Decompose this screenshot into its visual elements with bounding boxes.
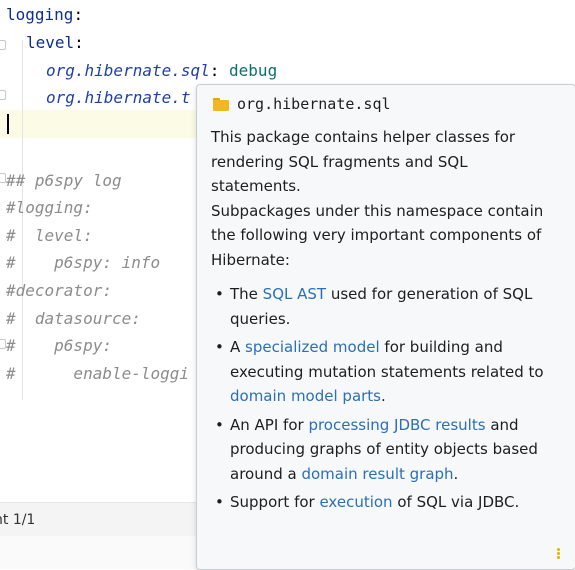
yaml-colon: :	[209, 61, 230, 80]
comment-line[interactable]: # p6spy: info	[6, 251, 160, 275]
package-folder-icon	[213, 97, 229, 111]
list-item: A specialized model for building and exe…	[211, 335, 551, 409]
comment-line[interactable]: # p6spy:	[6, 334, 112, 358]
doc-link[interactable]: specialized model	[245, 338, 380, 356]
doc-paragraph: This package contains helper classes for…	[211, 128, 516, 195]
doc-paragraph: Subpackages under this namespace contain…	[211, 201, 544, 269]
yaml-colon: :	[73, 5, 84, 24]
popup-title: org.hibernate.sql	[237, 95, 391, 113]
code-line[interactable]: logging:	[6, 3, 83, 27]
fold-icon[interactable]	[0, 40, 6, 50]
yaml-value: debug	[229, 61, 278, 80]
yaml-key: level	[26, 33, 75, 52]
bullet-text: Support for	[230, 493, 320, 511]
doc-link[interactable]: domain result graph	[301, 465, 453, 483]
popup-header: org.hibernate.sql	[213, 93, 391, 115]
status-bar: nt 1/1	[0, 502, 200, 537]
more-options-icon[interactable]	[555, 547, 561, 561]
yaml-key: org.hibernate.sql	[46, 61, 210, 80]
code-line[interactable]: org.hibernate.t	[46, 86, 191, 110]
list-item: The SQL AST used for generation of SQL q…	[211, 282, 551, 331]
editor-bottom-area	[0, 536, 200, 569]
list-item: An API for processing JDBC results and p…	[211, 413, 551, 487]
comment-line[interactable]: #decorator:	[6, 279, 112, 303]
comment-line[interactable]: # enable-loggi	[6, 362, 189, 386]
documentation-popup[interactable]: org.hibernate.sql This package contains …	[196, 84, 575, 570]
comment-line[interactable]: # datasource:	[6, 307, 141, 331]
text-caret	[7, 114, 9, 134]
fold-icon[interactable]	[0, 90, 6, 100]
doc-link[interactable]: execution	[319, 493, 392, 511]
comment-line[interactable]: # level:	[6, 224, 93, 248]
code-line[interactable]: org.hibernate.sql: debug	[46, 59, 277, 83]
doc-link[interactable]: SQL AST	[263, 285, 326, 303]
bullet-text: An API for	[230, 415, 309, 434]
bullet-text: of SQL via JDBC.	[392, 493, 520, 511]
doc-bullet-list: The SQL AST used for generation of SQL q…	[211, 282, 551, 515]
status-text: nt 1/1	[0, 512, 36, 528]
bullet-text: .	[453, 464, 459, 483]
comment-line[interactable]: ## p6spy log	[6, 169, 122, 193]
doc-link[interactable]: domain model parts	[230, 387, 381, 405]
bullet-text: A	[230, 338, 246, 356]
code-line[interactable]: level:	[26, 31, 84, 55]
popup-body: This package contains helper classes for…	[211, 125, 551, 519]
doc-link[interactable]: processing JDBC results	[308, 416, 485, 434]
bullet-text: The	[230, 285, 263, 303]
yaml-key: logging	[6, 5, 74, 24]
yaml-key: org.hibernate.t	[46, 88, 191, 107]
bullet-text: .	[381, 387, 386, 405]
comment-line[interactable]: #logging:	[6, 196, 93, 220]
yaml-colon: :	[74, 33, 84, 52]
list-item: Support for execution of SQL via JDBC.	[211, 490, 551, 515]
